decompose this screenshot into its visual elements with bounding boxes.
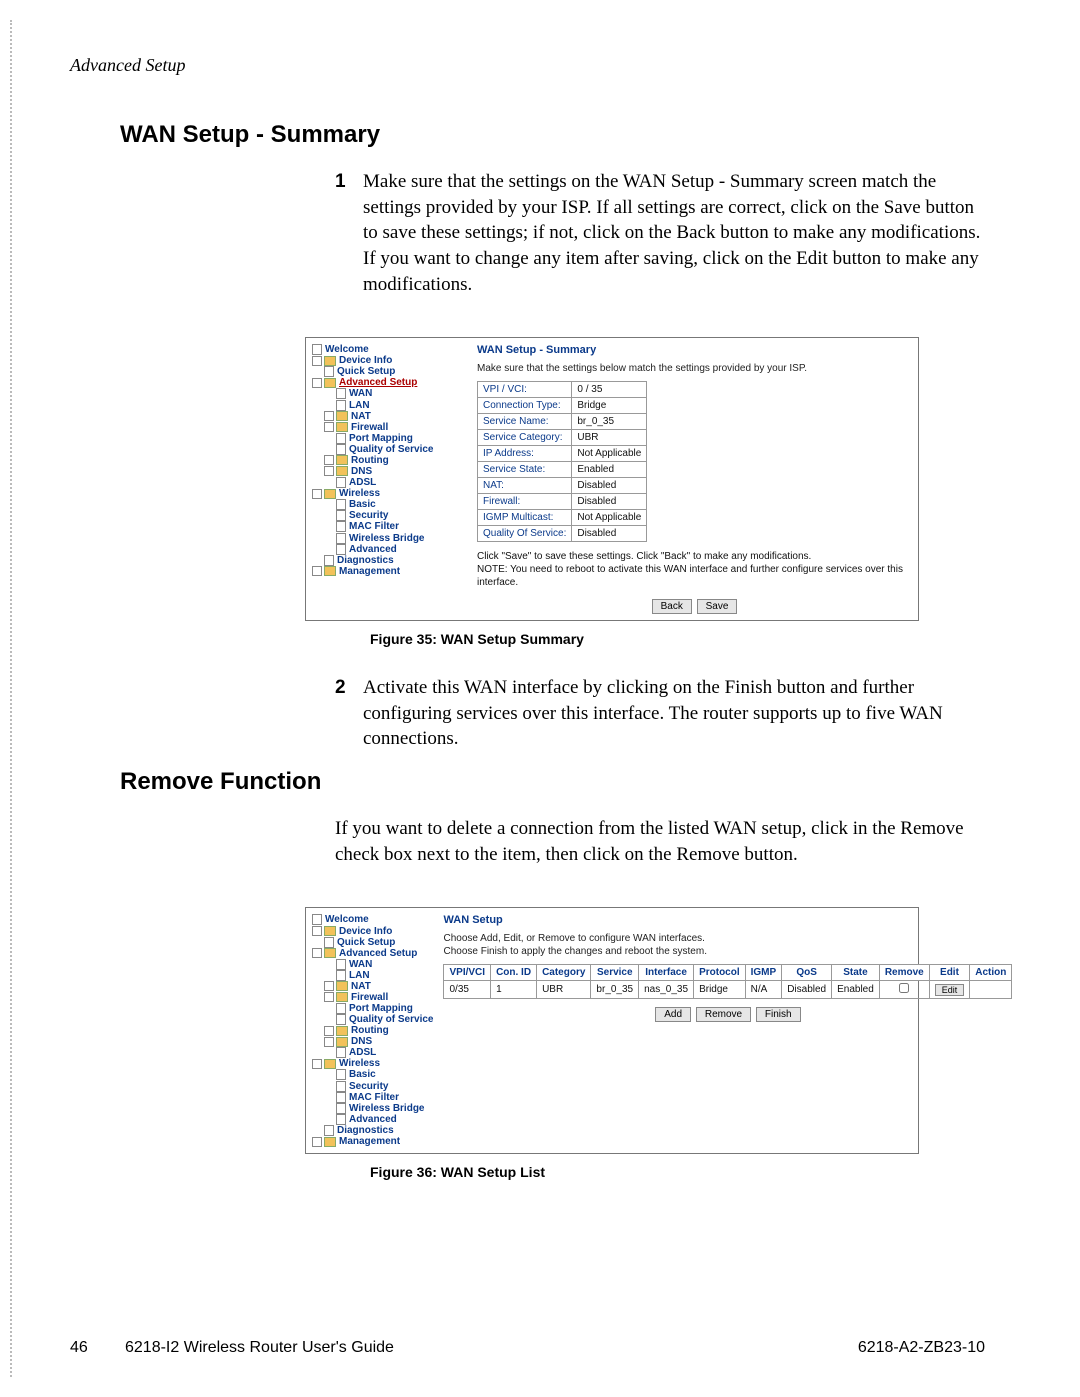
nav-dns-2[interactable]: DNS	[351, 1036, 372, 1047]
nav-tree-2: Welcome Device Info Quick Setup Advanced…	[312, 914, 433, 1147]
remove-description: If you want to delete a connection from …	[335, 816, 985, 867]
panel-title: WAN Setup - Summary	[477, 344, 912, 356]
nav-firewall[interactable]: Firewall	[351, 422, 388, 433]
expand-icon	[312, 356, 322, 366]
figure-36-screenshot: Welcome Device Info Quick Setup Advanced…	[305, 907, 919, 1154]
nav-routing-2[interactable]: Routing	[351, 1025, 389, 1036]
panel-title-36: WAN Setup	[443, 914, 1012, 926]
table-row: 0/35 1 UBR br_0_35 nas_0_35 Bridge N/A D…	[444, 981, 1012, 999]
nav-mac-filter-2[interactable]: MAC Filter	[349, 1092, 399, 1103]
page-number: 46	[70, 1339, 125, 1357]
nav-advanced-setup-2[interactable]: Advanced Setup	[339, 948, 417, 959]
nav-port-mapping-2[interactable]: Port Mapping	[349, 1003, 413, 1014]
step-1: 1Make sure that the settings on the WAN …	[335, 169, 985, 297]
nav-diagnostics-2[interactable]: Diagnostics	[337, 1125, 394, 1136]
breadcrumb: Advanced Setup	[70, 55, 985, 76]
nav-firewall-2[interactable]: Firewall	[351, 992, 388, 1003]
back-button[interactable]: Back	[652, 599, 692, 614]
edit-button[interactable]: Edit	[935, 984, 965, 996]
finish-button[interactable]: Finish	[756, 1007, 801, 1022]
nav-welcome-2[interactable]: Welcome	[325, 915, 369, 926]
nav-wan-2[interactable]: WAN	[349, 959, 372, 970]
nav-routing[interactable]: Routing	[351, 455, 389, 466]
heading-wan-summary: WAN Setup - Summary	[120, 121, 985, 149]
nav-security[interactable]: Security	[349, 510, 388, 521]
nav-qos[interactable]: Quality of Service	[349, 444, 433, 455]
nav-mac-filter[interactable]: MAC Filter	[349, 522, 399, 533]
nav-qos-2[interactable]: Quality of Service	[349, 1014, 433, 1025]
page-footer: 46 6218-I2 Wireless Router User's Guide …	[0, 1339, 1080, 1357]
nav-lan-2[interactable]: LAN	[349, 970, 370, 981]
nav-management[interactable]: Management	[339, 566, 400, 577]
nav-wireless-bridge[interactable]: Wireless Bridge	[349, 533, 425, 544]
footer-code: 6218-A2-ZB23-10	[858, 1339, 985, 1357]
nav-welcome[interactable]: Welcome	[325, 344, 369, 355]
nav-advanced-setup[interactable]: Advanced Setup	[339, 377, 417, 388]
nav-advanced[interactable]: Advanced	[349, 544, 397, 555]
nav-basic[interactable]: Basic	[349, 499, 376, 510]
nav-basic-2[interactable]: Basic	[349, 1070, 376, 1081]
nav-adsl-2[interactable]: ADSL	[349, 1047, 376, 1058]
nav-device-info[interactable]: Device Info	[339, 355, 392, 366]
panel-note: Click "Save" to save these settings. Cli…	[477, 550, 912, 589]
panel-sub-36: Choose Add, Edit, or Remove to configure…	[443, 932, 1012, 958]
nav-advanced-2[interactable]: Advanced	[349, 1114, 397, 1125]
summary-table: VPI / VCI:0 / 35 Connection Type:Bridge …	[477, 381, 647, 542]
nav-wireless-2[interactable]: Wireless	[339, 1058, 380, 1069]
nav-dns[interactable]: DNS	[351, 466, 372, 477]
figure-35-screenshot: Welcome Device Info Quick Setup Advanced…	[305, 337, 919, 621]
footer-title: 6218-I2 Wireless Router User's Guide	[125, 1339, 858, 1357]
wan-table: VPI/VCI Con. ID Category Service Interfa…	[443, 964, 1012, 999]
nav-quick-setup[interactable]: Quick Setup	[337, 366, 395, 377]
add-button[interactable]: Add	[655, 1007, 691, 1022]
figure-35-caption: Figure 35: WAN Setup Summary	[370, 631, 985, 647]
nav-device-info-2[interactable]: Device Info	[339, 926, 392, 937]
folder-icon	[324, 356, 336, 366]
step-2: 2Activate this WAN interface by clicking…	[335, 675, 985, 752]
nav-wan[interactable]: WAN	[349, 389, 372, 400]
nav-nat-2[interactable]: NAT	[351, 981, 371, 992]
nav-port-mapping[interactable]: Port Mapping	[349, 433, 413, 444]
remove-button[interactable]: Remove	[696, 1007, 751, 1022]
nav-security-2[interactable]: Security	[349, 1081, 388, 1092]
nav-management-2[interactable]: Management	[339, 1136, 400, 1147]
heading-remove-function: Remove Function	[120, 768, 985, 796]
nav-wireless-bridge-2[interactable]: Wireless Bridge	[349, 1103, 425, 1114]
remove-checkbox[interactable]	[899, 983, 909, 993]
nav-lan[interactable]: LAN	[349, 400, 370, 411]
panel-subtitle: Make sure that the settings below match …	[477, 362, 912, 375]
figure-36-caption: Figure 36: WAN Setup List	[370, 1164, 985, 1180]
nav-nat[interactable]: NAT	[351, 411, 371, 422]
nav-diagnostics[interactable]: Diagnostics	[337, 555, 394, 566]
nav-quick-setup-2[interactable]: Quick Setup	[337, 937, 395, 948]
nav-tree: Welcome Device Info Quick Setup Advanced…	[312, 344, 467, 614]
nav-wireless[interactable]: Wireless	[339, 488, 380, 499]
save-button[interactable]: Save	[697, 599, 738, 614]
nav-adsl[interactable]: ADSL	[349, 477, 376, 488]
